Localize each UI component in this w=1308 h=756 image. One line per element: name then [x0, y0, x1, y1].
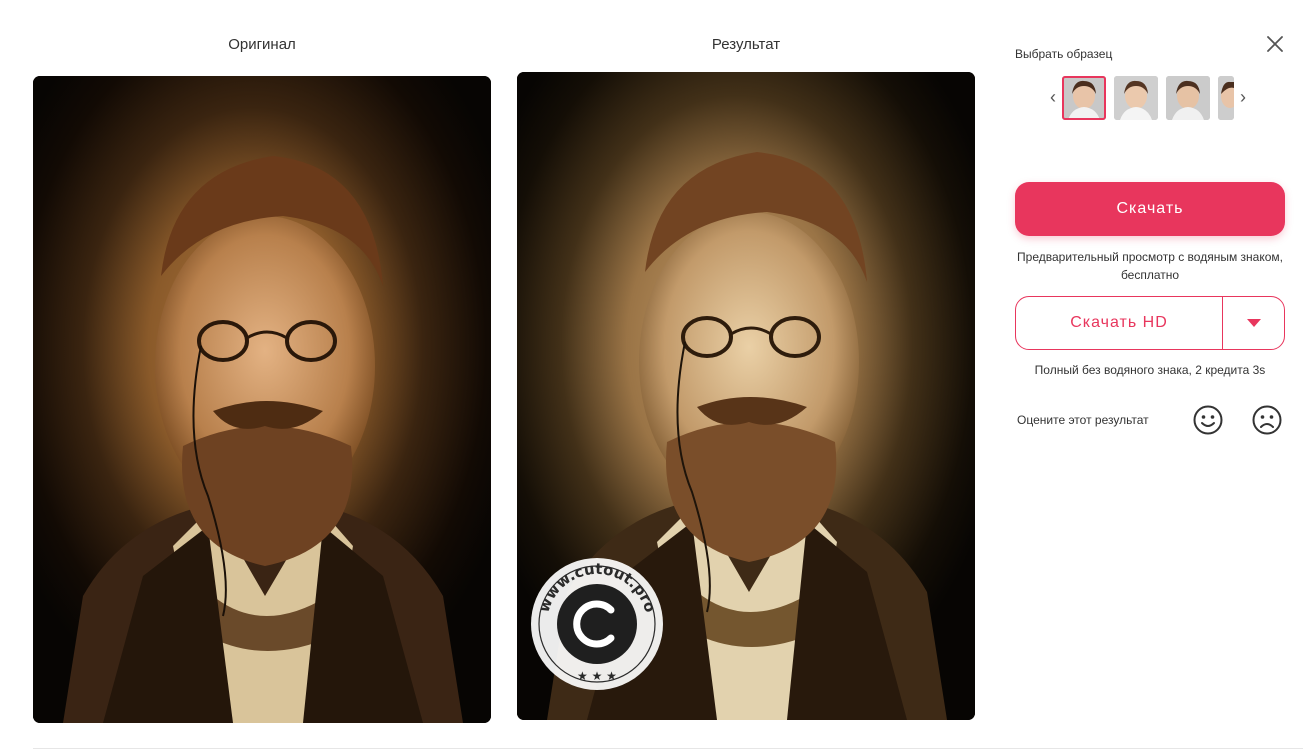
result-dialog: Оригинал Результат ★ ★ ★ www.cutout.pro …	[0, 0, 1308, 756]
original-title: Оригинал	[228, 36, 296, 53]
download-hd-label[interactable]: Скачать HD	[1016, 297, 1223, 349]
close-icon[interactable]	[1264, 33, 1286, 55]
bottom-divider	[33, 748, 1303, 749]
sample-thumb[interactable]	[1062, 76, 1106, 120]
chevron-left-icon[interactable]: ‹	[1046, 86, 1060, 108]
watermark-badge: ★ ★ ★ www.cutout.pro	[531, 558, 663, 690]
sample-thumb[interactable]	[1166, 76, 1210, 120]
svg-text:★ ★ ★: ★ ★ ★	[577, 669, 617, 683]
rate-label: Оцените этот результат	[1017, 413, 1149, 427]
result-image: ★ ★ ★ www.cutout.pro	[517, 72, 975, 720]
caret-down-icon[interactable]	[1223, 297, 1284, 349]
hd-note: Полный без водяного знака, 2 кредита 3s	[1034, 363, 1266, 377]
download-hd-button[interactable]: Скачать HD	[1015, 296, 1285, 350]
smile-icon[interactable]	[1192, 404, 1224, 436]
sample-thumb[interactable]	[1114, 76, 1158, 120]
sample-label: Выбрать образец	[1015, 47, 1113, 61]
original-image	[33, 76, 491, 723]
preview-note: Предварительный просмотр с водяным знако…	[1017, 250, 1283, 282]
chevron-right-icon[interactable]: ›	[1236, 86, 1250, 108]
sample-thumb[interactable]	[1218, 76, 1234, 120]
frown-icon[interactable]	[1251, 404, 1283, 436]
download-button[interactable]: Скачать	[1015, 182, 1285, 236]
result-title: Результат	[711, 36, 781, 53]
sample-carousel: ‹ ›	[1045, 76, 1255, 120]
